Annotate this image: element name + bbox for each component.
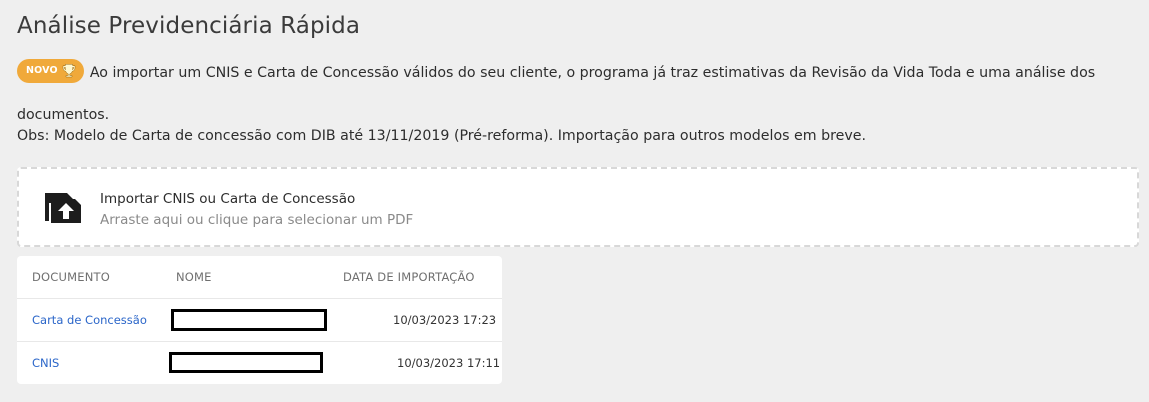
table-row-document-link[interactable]: Carta de Concessão [32,313,147,327]
table-row-document-link[interactable]: CNIS [32,356,59,370]
dropzone-title: Importar CNIS ou Carta de Concessão [100,191,356,207]
intro-text: Ao importar um CNIS e Carta de Concessão… [17,65,1096,123]
page-title: Análise Previdenciária Rápida [17,13,361,39]
trophy-icon [62,64,76,78]
new-badge-label: NOVO [26,65,58,76]
upload-file-icon [39,189,85,231]
redacted-name [171,309,327,331]
table-row-date: 10/03/2023 17:23 [393,313,497,327]
pdf-dropzone[interactable]: Importar CNIS ou Carta de Concessão Arra… [17,167,1139,247]
redacted-name [169,352,323,373]
intro-paragraph: NOVO Ao importar um CNIS e Carta de Conc… [17,52,1137,136]
row-divider [17,341,502,342]
obs-note: Obs: Modelo de Carta de concessão com DI… [17,128,866,144]
column-header-documento: DOCUMENTO [32,270,111,284]
table-row-date: 10/03/2023 17:11 [397,356,501,370]
new-badge: NOVO [17,59,84,83]
row-divider [17,298,502,299]
dropzone-subtitle: Arraste aqui ou clique para selecionar u… [100,212,414,228]
column-header-nome: NOME [176,270,212,284]
column-header-data: DATA DE IMPORTAÇÃO [343,270,475,284]
imports-table: DOCUMENTO NOME DATA DE IMPORTAÇÃO Carta … [17,256,502,384]
